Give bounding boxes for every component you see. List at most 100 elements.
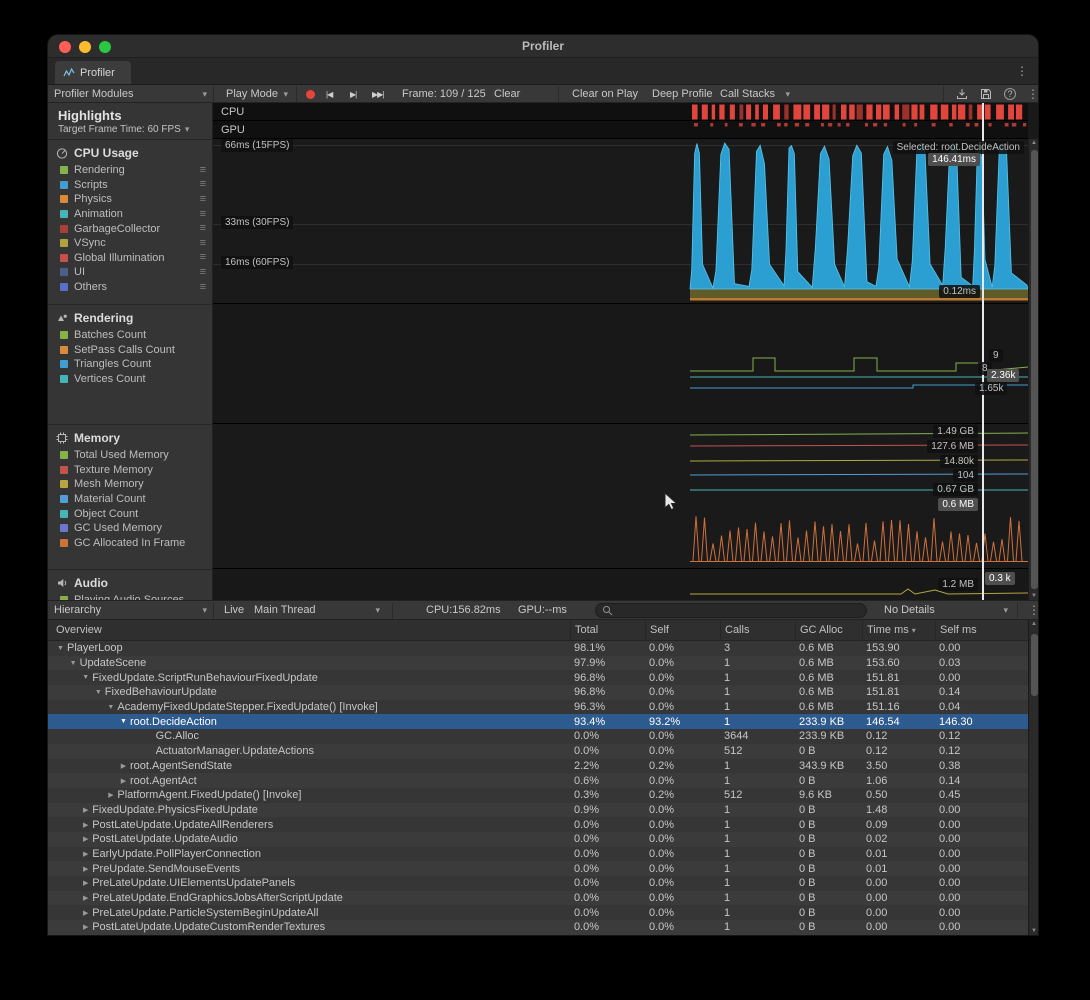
- frame-timeline[interactable]: CPU GPU: [213, 103, 1028, 139]
- rendering-chart[interactable]: 982.36k1.65k: [213, 304, 1028, 424]
- expand-toggle-icon[interactable]: ▶: [79, 850, 92, 858]
- close-button[interactable]: [59, 41, 71, 53]
- column-time-ms[interactable]: Time ms: [862, 620, 935, 641]
- table-row[interactable]: ▶EarlyUpdate.PollPlayerConnection0.0%0.0…: [48, 847, 1028, 862]
- table-row[interactable]: ▶PreLateUpdate.ParticleSystemBeginUpdate…: [48, 905, 1028, 920]
- drag-handle-icon[interactable]: ≡: [200, 209, 206, 220]
- column-gc-alloc[interactable]: GC Alloc: [795, 620, 862, 641]
- expand-toggle-icon[interactable]: ▶: [79, 909, 92, 917]
- memory-module-header[interactable]: Memory: [48, 425, 212, 448]
- save-profile-icon[interactable]: [974, 85, 998, 103]
- details-dropdown[interactable]: No Details: [878, 601, 1014, 619]
- cpu-usage-chart[interactable]: 66ms (15FPS)33ms (30FPS)16ms (60FPS)Sele…: [213, 139, 1028, 304]
- drag-handle-icon[interactable]: ≡: [200, 238, 206, 249]
- legend-item-playing-audio-sources[interactable]: Playing Audio Sources: [48, 593, 212, 600]
- scrollbar-thumb[interactable]: [1031, 150, 1038, 589]
- legend-item-physics[interactable]: Physics≡: [48, 192, 212, 207]
- table-row[interactable]: ▶PostLateUpdate.UpdateAudio0.0%0.0%10 B0…: [48, 832, 1028, 847]
- view-mode-dropdown[interactable]: Hierarchy: [48, 601, 213, 619]
- drag-handle-icon[interactable]: ≡: [200, 179, 206, 190]
- profiler-modules-dropdown[interactable]: Profiler Modules: [48, 85, 213, 103]
- legend-item-mesh-memory[interactable]: Mesh Memory: [48, 477, 212, 492]
- legend-item-texture-memory[interactable]: Texture Memory: [48, 463, 212, 478]
- scroll-down-icon[interactable]: [1029, 928, 1038, 934]
- rendering-module-header[interactable]: Rendering: [48, 305, 212, 328]
- legend-item-total-used-memory[interactable]: Total Used Memory: [48, 448, 212, 463]
- expand-toggle-icon[interactable]: ▶: [79, 923, 92, 931]
- search-box[interactable]: [595, 603, 867, 618]
- collapse-toggle-icon[interactable]: ▼: [54, 645, 67, 652]
- prev-frame-button[interactable]: |◀: [320, 85, 338, 103]
- table-row[interactable]: ▶PostLateUpdate.UpdateCustomRenderTextur…: [48, 920, 1028, 935]
- live-toggle[interactable]: Live: [218, 601, 250, 619]
- clear-button[interactable]: Clear: [488, 85, 526, 103]
- drag-handle-icon[interactable]: ≡: [200, 267, 206, 278]
- legend-item-ui[interactable]: UI≡: [48, 265, 212, 280]
- record-button[interactable]: [300, 85, 321, 103]
- expand-toggle-icon[interactable]: ▶: [79, 806, 92, 814]
- column-calls[interactable]: Calls: [720, 620, 795, 641]
- table-row[interactable]: ActuatorManager.UpdateActions0.0%0.0%512…: [48, 744, 1028, 759]
- tab-menu-icon[interactable]: ⋮: [1016, 64, 1028, 78]
- table-row[interactable]: ▼PlayerLoop98.1%0.0%30.6 MB153.900.00: [48, 641, 1028, 656]
- expand-toggle-icon[interactable]: ▶: [117, 762, 130, 770]
- expand-toggle-icon[interactable]: ▶: [79, 894, 92, 902]
- charts-scrollbar[interactable]: [1028, 139, 1038, 600]
- column-self-ms[interactable]: Self ms: [935, 620, 1028, 641]
- expand-toggle-icon[interactable]: ▶: [79, 865, 92, 873]
- collapse-toggle-icon[interactable]: ▼: [79, 674, 92, 681]
- current-frame-button[interactable]: ▶▶|: [366, 85, 389, 103]
- legend-item-garbagecollector[interactable]: GarbageCollector≡: [48, 221, 212, 236]
- audio-chart[interactable]: 0.3 k1.2 MB: [213, 569, 1028, 600]
- details-menu-icon[interactable]: ⋮: [1022, 601, 1038, 619]
- table-row[interactable]: ▼UpdateScene97.9%0.0%10.6 MB153.600.03: [48, 656, 1028, 671]
- legend-item-animation[interactable]: Animation≡: [48, 207, 212, 222]
- table-row[interactable]: ▼FixedBehaviourUpdate96.8%0.0%10.6 MB151…: [48, 685, 1028, 700]
- expand-toggle-icon[interactable]: ▶: [79, 879, 92, 887]
- deep-profile-toggle[interactable]: Deep Profile: [646, 85, 719, 103]
- call-stacks-dropdown[interactable]: Call Stacks: [714, 85, 796, 103]
- drag-handle-icon[interactable]: ≡: [200, 194, 206, 205]
- drag-handle-icon[interactable]: ≡: [200, 165, 206, 176]
- legend-item-global-illumination[interactable]: Global Illumination≡: [48, 251, 212, 266]
- drag-handle-icon[interactable]: ≡: [200, 282, 206, 293]
- column-overview[interactable]: Overview: [48, 620, 570, 641]
- table-row[interactable]: ▼root.DecideAction93.4%93.2%1233.9 KB146…: [48, 714, 1028, 729]
- legend-item-batches-count[interactable]: Batches Count: [48, 328, 212, 343]
- expand-toggle-icon[interactable]: ▶: [104, 791, 117, 799]
- table-row[interactable]: ▶FixedUpdate.PhysicsFixedUpdate0.9%0.0%1…: [48, 803, 1028, 818]
- load-profile-icon[interactable]: [950, 85, 974, 103]
- collapse-toggle-icon[interactable]: ▼: [104, 704, 117, 711]
- minimize-button[interactable]: [79, 41, 91, 53]
- legend-item-others[interactable]: Others≡: [48, 280, 212, 295]
- column-total[interactable]: Total: [570, 620, 645, 641]
- maximize-button[interactable]: [99, 41, 111, 53]
- collapse-toggle-icon[interactable]: ▼: [92, 689, 105, 696]
- audio-module-header[interactable]: Audio: [48, 570, 212, 593]
- drag-handle-icon[interactable]: ≡: [200, 252, 206, 263]
- thread-dropdown[interactable]: Main Thread: [248, 601, 386, 619]
- legend-item-setpass-calls-count[interactable]: SetPass Calls Count: [48, 343, 212, 358]
- scroll-up-icon[interactable]: [1029, 140, 1038, 146]
- scroll-up-icon[interactable]: [1029, 621, 1038, 627]
- tab-profiler[interactable]: Profiler: [55, 61, 131, 84]
- column-self[interactable]: Self: [645, 620, 720, 641]
- table-row[interactable]: ▶PostLateUpdate.UpdateAllRenderers0.0%0.…: [48, 817, 1028, 832]
- legend-item-rendering[interactable]: Rendering≡: [48, 163, 212, 178]
- table-row[interactable]: ▶PreLateUpdate.EndGraphicsJobsAfterScrip…: [48, 891, 1028, 906]
- expand-toggle-icon[interactable]: ▶: [79, 835, 92, 843]
- toolbar-menu-icon[interactable]: ⋮: [1021, 85, 1038, 103]
- titlebar[interactable]: Profiler: [48, 35, 1038, 58]
- drag-handle-icon[interactable]: ≡: [200, 223, 206, 234]
- cpu-module-header[interactable]: CPU Usage: [48, 140, 212, 163]
- target-frame-time-dropdown[interactable]: Target Frame Time: 60 FPS: [48, 124, 212, 135]
- table-scrollbar[interactable]: [1028, 620, 1038, 935]
- legend-item-gc-used-memory[interactable]: GC Used Memory: [48, 521, 212, 536]
- table-row[interactable]: ▼FixedUpdate.ScriptRunBehaviourFixedUpda…: [48, 670, 1028, 685]
- table-row[interactable]: ▶PlatformAgent.FixedUpdate() [Invoke]0.3…: [48, 788, 1028, 803]
- memory-chart[interactable]: 1.49 GB127.6 MB14.80k1040.67 GB0.6 MB: [213, 424, 1028, 569]
- table-row[interactable]: ▶PreUpdate.SendMouseEvents0.0%0.0%10 B0.…: [48, 861, 1028, 876]
- help-icon[interactable]: ?: [998, 85, 1022, 103]
- legend-item-gc-allocated-in-frame[interactable]: GC Allocated In Frame: [48, 536, 212, 551]
- next-frame-button[interactable]: ▶|: [344, 85, 362, 103]
